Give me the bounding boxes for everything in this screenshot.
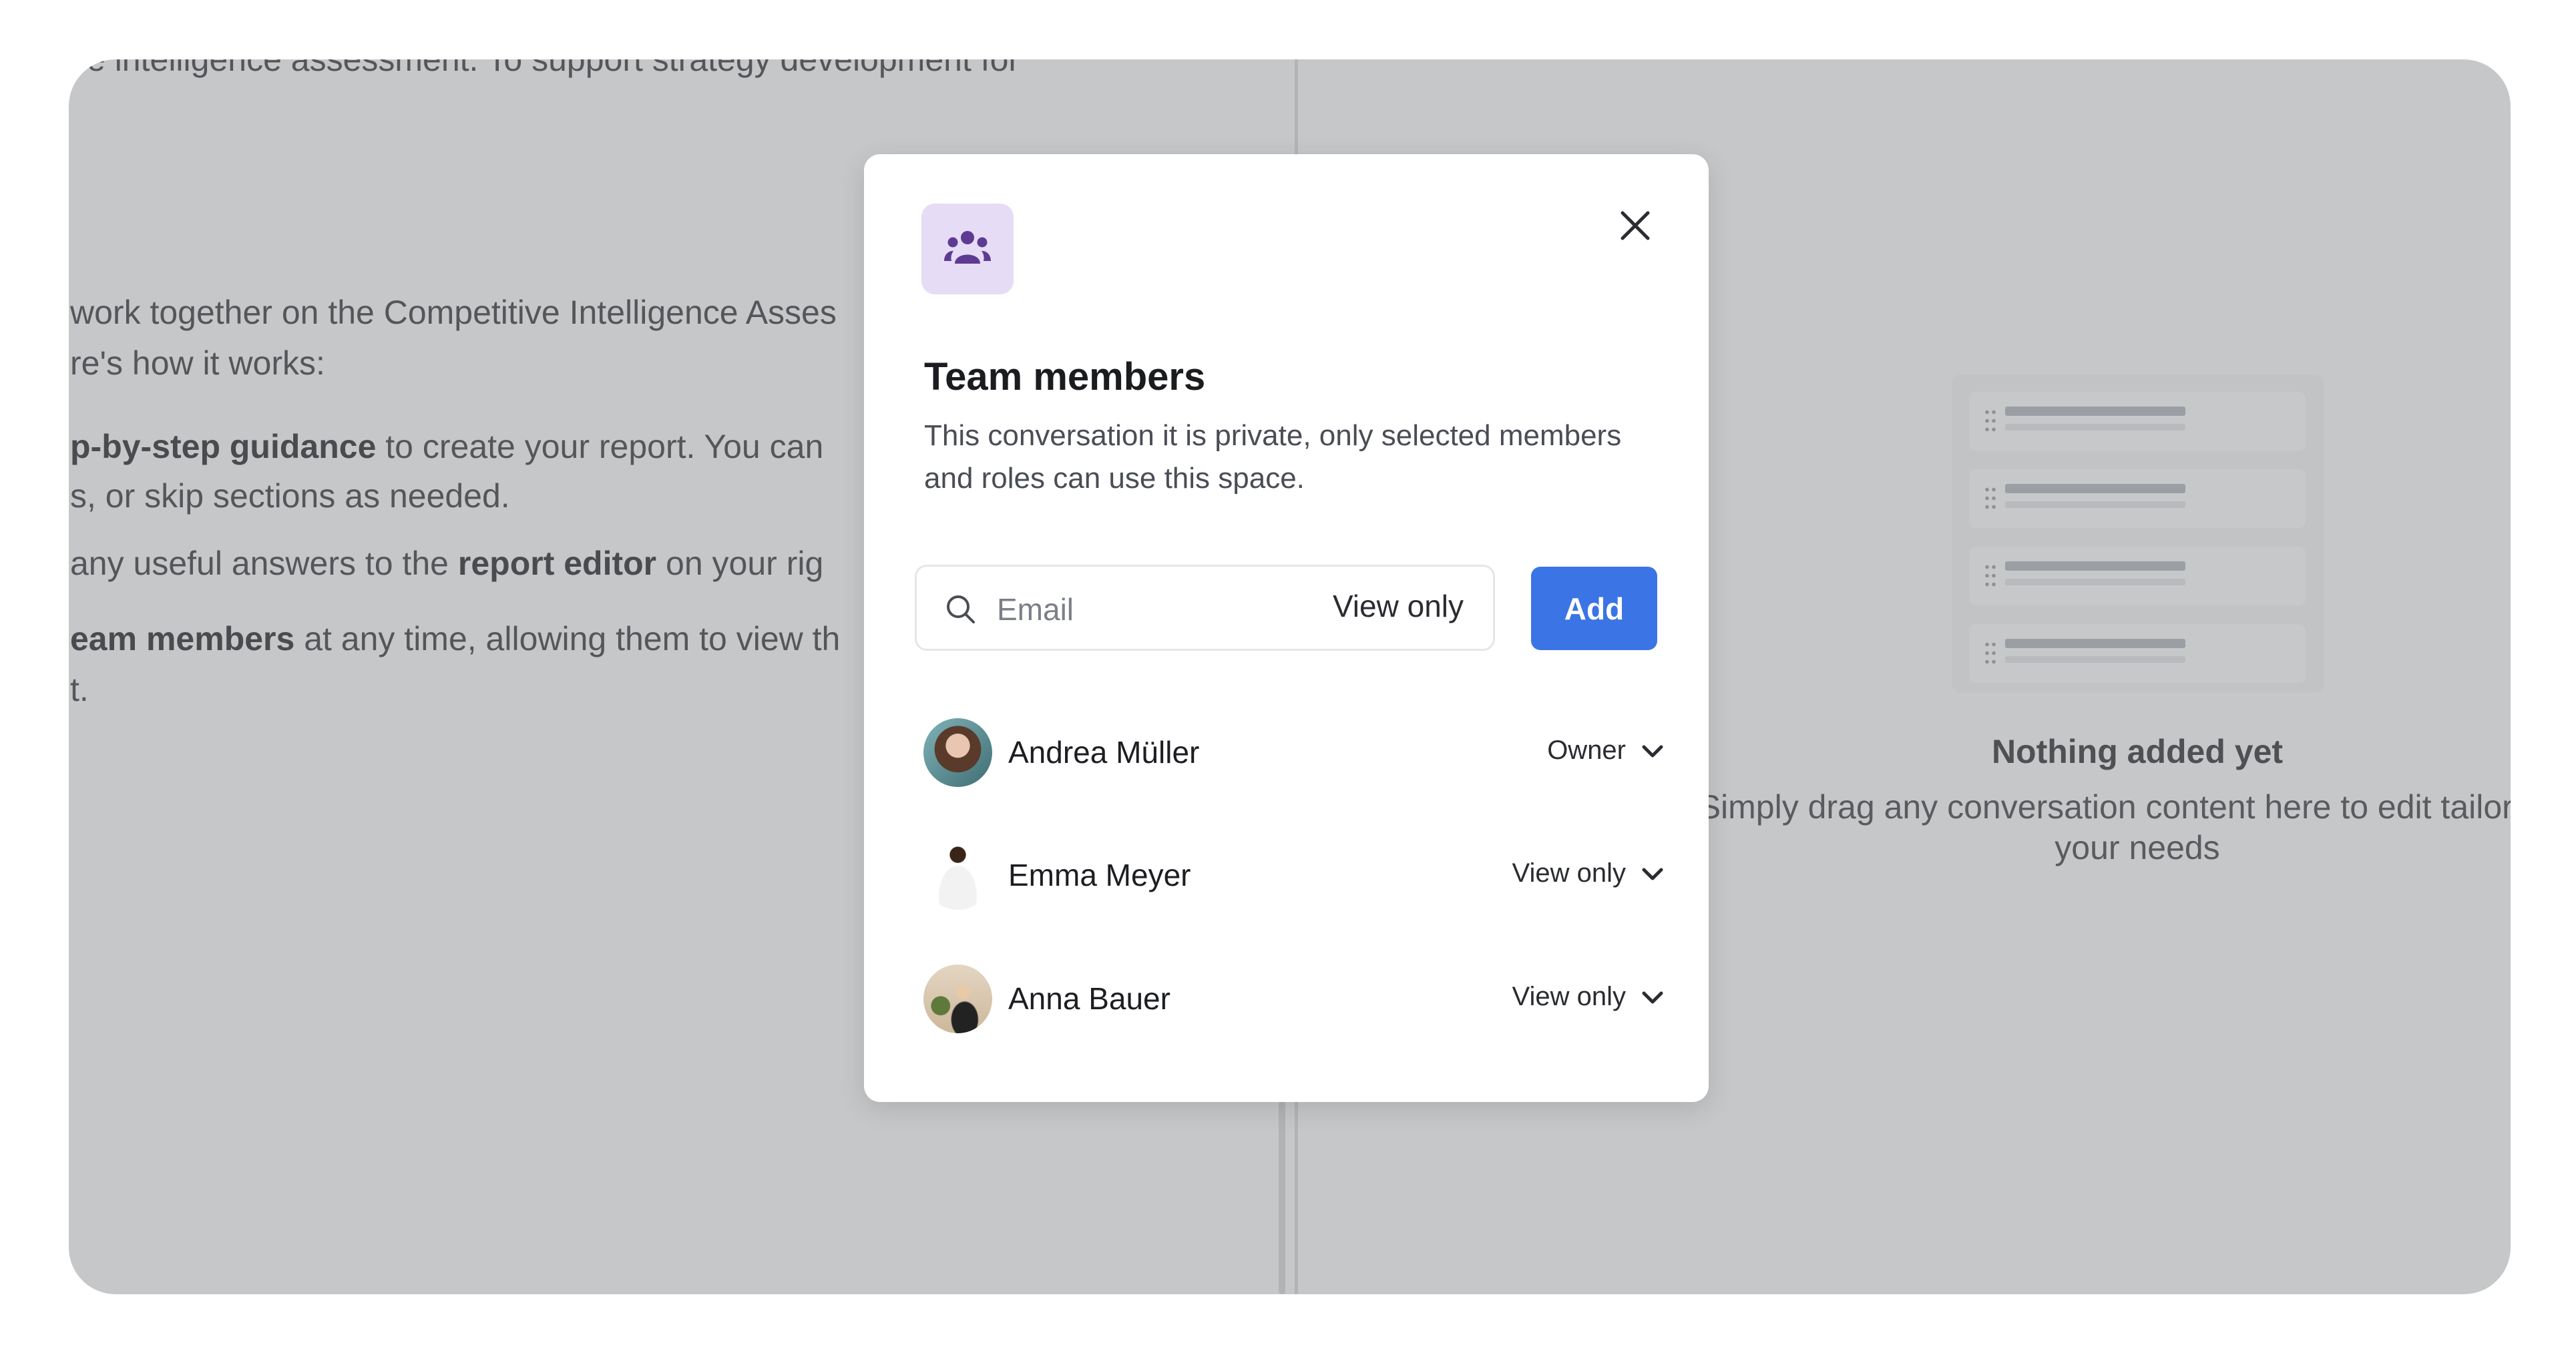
- scrollbar[interactable]: [1279, 1101, 1285, 1294]
- avatar: [923, 841, 992, 910]
- doc-text: re's how it works:: [70, 344, 325, 382]
- role-dropdown[interactable]: Owner: [1547, 736, 1665, 766]
- drag-handle-icon: [1984, 563, 1997, 589]
- empty-state-illustration: [1952, 374, 2324, 693]
- doc-line: p-by-step guidance to create your report…: [70, 427, 823, 467]
- member-row: Emma Meyer View only: [923, 841, 1665, 910]
- member-row: Anna Bauer View only: [923, 965, 1665, 1034]
- role-dropdown[interactable]: View only: [1512, 982, 1665, 1012]
- member-row: Andrea Müller Owner: [923, 718, 1665, 788]
- placeholder-card: [1969, 392, 2306, 451]
- chevron-down-icon: [1642, 745, 1663, 757]
- doc-bold: eam members: [70, 620, 295, 657]
- placeholder-card: [1969, 624, 2306, 683]
- role-label: View only: [1512, 858, 1626, 888]
- doc-bold: report editor: [457, 545, 657, 582]
- drag-handle-icon: [1984, 408, 1997, 435]
- dialog-description: This conversation it is private, only se…: [924, 419, 1622, 495]
- doc-text: any useful answers to the: [70, 545, 458, 582]
- email-input[interactable]: [996, 587, 1292, 632]
- close-button[interactable]: [1615, 205, 1656, 246]
- member-name: Andrea Müller: [1008, 735, 1200, 770]
- doc-text: on your rig: [656, 545, 824, 582]
- avatar: [923, 718, 992, 787]
- role-label: View only: [1512, 982, 1626, 1011]
- search-icon: [947, 595, 975, 623]
- empty-state-subtitle: Simply drag any conversation content her…: [1698, 788, 2511, 866]
- doc-text: ve intelligence assessment. To support s…: [70, 59, 1020, 78]
- doc-line: any useful answers to the report editor …: [70, 543, 823, 583]
- role-dropdown[interactable]: View only: [1512, 858, 1665, 888]
- drag-handle-icon: [1984, 485, 1997, 512]
- doc-text: t.: [70, 671, 89, 708]
- doc-text: work together on the Competitive Intelli…: [70, 294, 837, 331]
- dialog-title: Team members: [924, 355, 1206, 398]
- doc-line: ve intelligence assessment. To support s…: [70, 59, 1020, 79]
- doc-text: s, or skip sections as needed.: [70, 477, 510, 515]
- doc-text: to create your report. You can: [376, 428, 824, 465]
- doc-line: t.: [70, 669, 89, 710]
- doc-line: s, or skip sections as needed.: [70, 476, 510, 516]
- avatar: [923, 965, 992, 1033]
- role-label: Owner: [1547, 736, 1626, 765]
- drag-handle-icon: [1984, 640, 1997, 667]
- invite-field: View only: [915, 565, 1495, 651]
- team-icon: [921, 204, 1014, 294]
- member-name: Emma Meyer: [1008, 858, 1191, 892]
- chevron-down-icon: [1642, 991, 1663, 1003]
- doc-line: re's how it works:: [70, 343, 325, 383]
- doc-line: eam members at any time, allowing them t…: [70, 619, 840, 659]
- permission-select[interactable]: View only: [1333, 588, 1464, 624]
- doc-text: at any time, allowing them to view th: [294, 620, 841, 657]
- close-icon: [1621, 211, 1650, 240]
- chevron-down-icon: [1642, 868, 1663, 880]
- placeholder-card: [1969, 469, 2306, 528]
- add-button[interactable]: Add: [1531, 567, 1657, 650]
- team-members-dialog: Team members This conversation it is pri…: [864, 154, 1709, 1102]
- member-name: Anna Bauer: [1008, 981, 1170, 1016]
- placeholder-card: [1969, 547, 2306, 605]
- empty-state-title: Nothing added yet: [1991, 733, 2284, 770]
- doc-bold: p-by-step guidance: [70, 428, 377, 465]
- doc-line: work together on the Competitive Intelli…: [70, 292, 837, 332]
